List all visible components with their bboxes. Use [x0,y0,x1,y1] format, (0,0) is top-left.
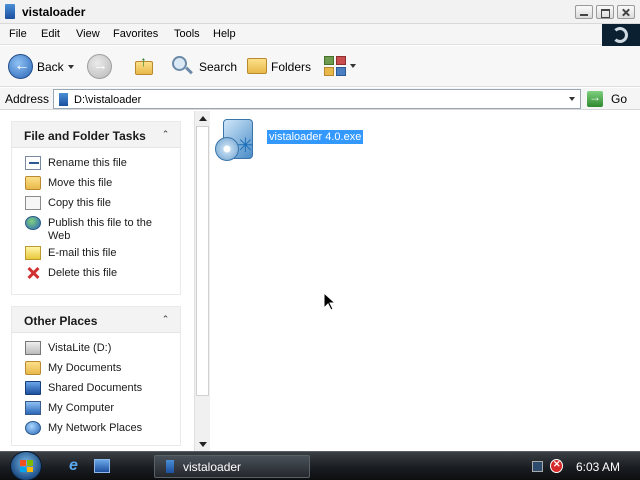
task-label: Copy this file [48,197,111,209]
minimize-button[interactable] [575,5,593,19]
menu-bar: File Edit View Favorites Tools Help [0,24,640,46]
views-icon [324,56,346,76]
start-button[interactable] [10,451,42,480]
back-button[interactable]: Back [8,54,74,80]
search-label: Search [199,60,238,74]
scroll-down-button[interactable] [195,437,210,451]
address-label: Address [5,92,50,106]
go-label: Go [611,92,628,106]
other-places-header[interactable]: Other Places ⌃ [12,307,180,333]
back-arrow-icon [8,54,33,79]
taskbar-button-vistaloader[interactable]: vistaloader [154,455,310,478]
file-folder-tasks-header[interactable]: File and Folder Tasks ⌃ [12,122,180,148]
chevron-down-icon [569,97,575,101]
menu-favorites[interactable]: Favorites [113,28,158,40]
task-label: E-mail this file [48,247,117,259]
email-icon [25,246,41,260]
menu-view[interactable]: View [76,28,100,40]
task-label: Rename this file [48,157,127,169]
go-arrow-icon [587,90,603,107]
installer-icon: ✳ [215,117,261,163]
file-item-vistaloader[interactable]: ✳ vistaloader 4.0.exe [215,117,375,167]
forward-button[interactable] [87,54,112,79]
back-history-dropdown-icon[interactable] [68,65,74,69]
folder-window-icon [166,460,174,473]
mouse-cursor-icon [323,292,337,311]
rename-icon [25,156,41,170]
place-label: VistaLite (D:) [48,342,112,354]
drive-icon [25,341,41,355]
folder-window-icon [5,4,15,19]
views-button[interactable] [324,56,356,76]
place-label: My Documents [48,362,122,374]
address-dropdown-button[interactable] [564,90,580,108]
show-desktop-icon[interactable] [94,459,110,473]
address-field[interactable] [53,89,581,109]
up-folder-button[interactable]: ↑ [133,53,155,77]
folders-icon [247,58,267,74]
activity-throbber [602,24,640,46]
toolbar: Back ↑ Search Folders [0,46,640,87]
scroll-up-button[interactable] [195,111,210,125]
internet-explorer-icon[interactable]: e [69,458,87,474]
views-dropdown-icon [350,64,356,68]
taskbar: e vistaloader 6:03 AM [0,451,640,480]
task-label: Publish this file to the Web [48,217,152,242]
title-bar: vistaloader [0,0,640,24]
other-places-panel: Other Places ⌃ VistaLite (D:) My Documen… [11,306,181,446]
task-label: Move this file [48,177,113,189]
delete-icon [25,266,41,280]
window-title: vistaloader [22,5,86,19]
scroll-thumb[interactable] [196,126,209,396]
windows-logo-icon [20,460,33,472]
menu-help[interactable]: Help [213,28,236,40]
menu-edit[interactable]: Edit [41,28,60,40]
shared-documents-icon [25,381,41,395]
task-pane: File and Folder Tasks ⌃ Rename this file… [0,111,194,451]
task-label: Delete this file [48,267,118,279]
maximize-button[interactable] [596,5,614,19]
menu-tools[interactable]: Tools [174,28,200,40]
address-input[interactable] [74,92,554,107]
folders-label: Folders [271,60,312,74]
collapse-icon[interactable]: ⌃ [159,313,172,326]
move-icon [25,176,41,190]
folder-path-icon [59,93,68,106]
file-name[interactable]: vistaloader 4.0.exe [267,130,364,144]
back-label: Back [37,60,64,74]
file-folder-tasks-panel: File and Folder Tasks ⌃ Rename this file… [11,121,181,295]
up-arrow-icon: ↑ [140,53,147,69]
network-icon [25,421,41,435]
copy-icon [25,196,41,210]
documents-icon [25,361,41,375]
computer-icon [25,401,41,415]
menu-file[interactable]: File [9,28,27,40]
file-list-view[interactable]: ✳ vistaloader 4.0.exe [211,111,640,451]
network-tray-icon[interactable] [531,459,545,473]
search-icon-handle [185,66,193,75]
security-alert-icon[interactable] [550,459,563,473]
place-label: Shared Documents [48,382,143,394]
installer-disc [215,137,239,161]
clock[interactable]: 6:03 AM [576,460,620,474]
address-bar: Address Go [0,88,640,110]
go-button[interactable]: Go [587,90,637,108]
throbber-ring-icon [612,27,628,43]
task-pane-scrollbar[interactable] [194,111,210,451]
installer-star: ✳ [237,135,254,157]
panel-title: Other Places [24,314,98,328]
place-label: My Computer [48,402,115,414]
collapse-icon[interactable]: ⌃ [159,128,172,141]
close-button[interactable] [617,5,635,19]
publish-web-icon [25,216,41,230]
taskbar-button-label: vistaloader [183,460,242,474]
place-label: My Network Places [48,422,143,434]
panel-title: File and Folder Tasks [24,129,146,143]
